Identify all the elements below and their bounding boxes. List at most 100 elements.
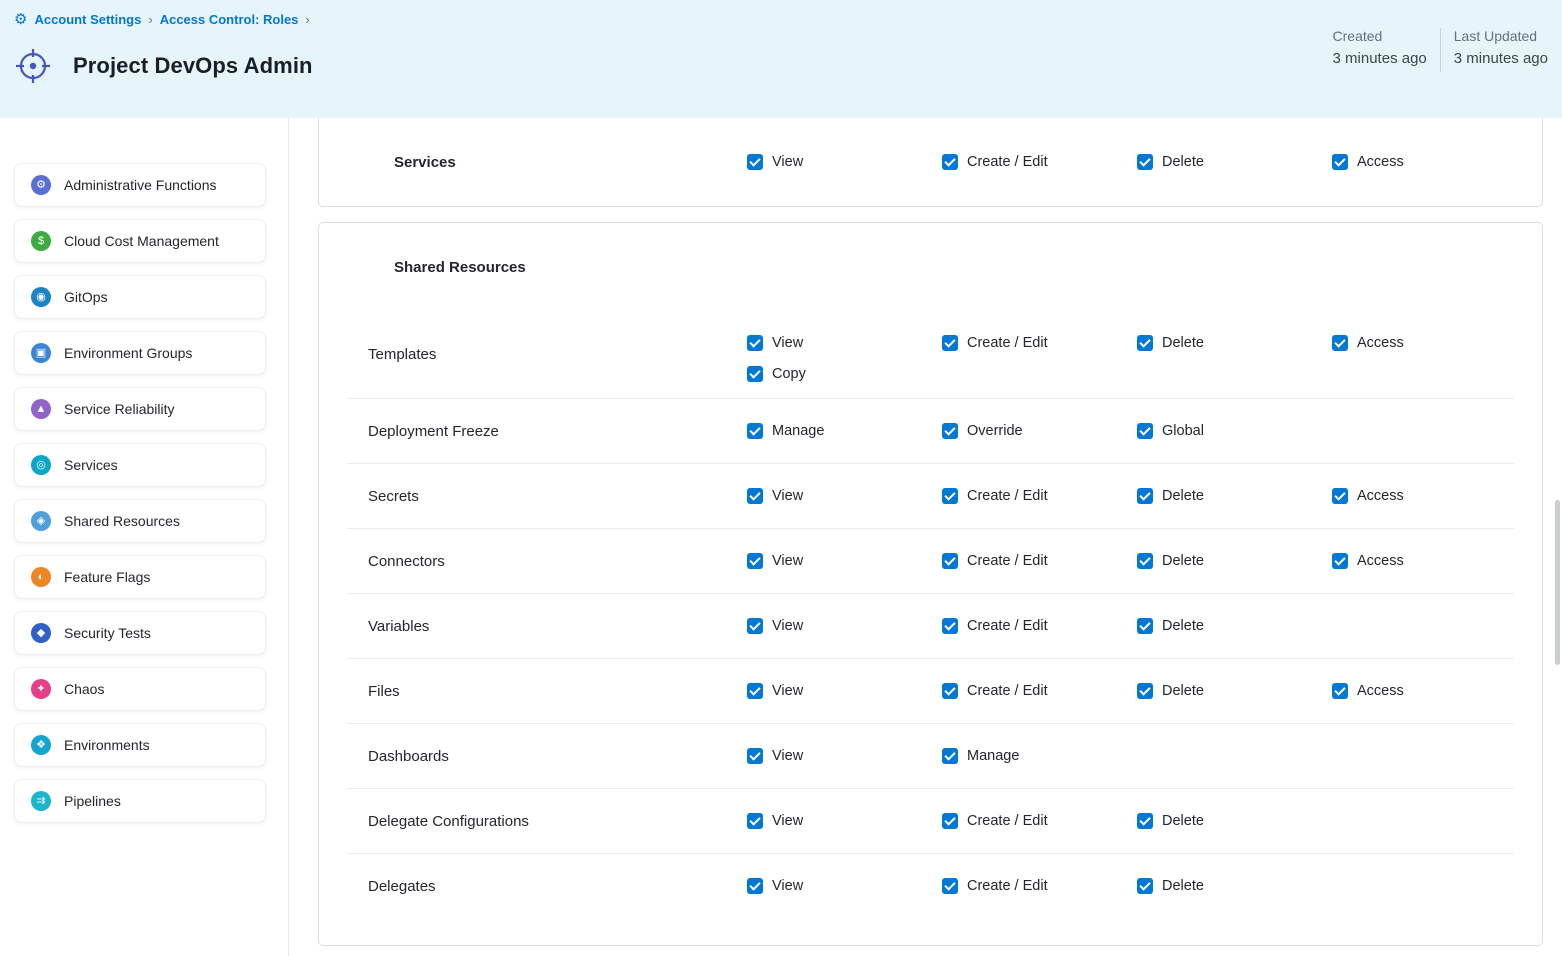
permission-label: Access: [1357, 335, 1404, 351]
shared-resources-icon: ◈: [350, 254, 377, 281]
sidebar-item-feature-flags[interactable]: ◐Feature Flags: [14, 555, 266, 599]
permission-column: Access: [1332, 529, 1514, 585]
pipelines-icon: ⇉: [31, 791, 51, 811]
services-card-title: Services: [394, 154, 456, 171]
checkbox-checked-icon[interactable]: [942, 423, 958, 439]
body: ⚙ Administrative Functions $Cloud Cost Man…: [0, 118, 1562, 956]
checkbox-checked-icon[interactable]: [1137, 878, 1153, 894]
checkbox-checked-icon[interactable]: [747, 335, 763, 351]
page-header: ⚙ Account Settings › Access Control: Rol…: [0, 0, 1562, 118]
checkbox-checked-icon[interactable]: [747, 683, 763, 699]
permission-rows: TemplatesViewCopyCreate / EditDeleteAcce…: [347, 311, 1514, 918]
checkbox-checked-icon[interactable]: [942, 553, 958, 569]
permission-create-edit: Create / Edit: [942, 335, 1137, 351]
permission-label: Delete: [1162, 154, 1204, 170]
permission-label: Create / Edit: [967, 683, 1048, 699]
checkbox-checked-icon[interactable]: [942, 154, 958, 170]
checkbox-checked-icon[interactable]: [1137, 488, 1153, 504]
permission-column: Delete: [1137, 789, 1332, 845]
checkbox-checked-icon[interactable]: [942, 618, 958, 634]
permission-column: Access: [1332, 311, 1514, 367]
sidebar-item-pipelines[interactable]: ⇉Pipelines: [14, 779, 266, 823]
checkbox-checked-icon[interactable]: [1332, 154, 1348, 170]
checkbox-checked-icon[interactable]: [942, 683, 958, 699]
sidebar-item-chaos[interactable]: ✦Chaos: [14, 667, 266, 711]
permission-delete: Delete: [1137, 553, 1332, 569]
sidebar-item-environment-groups[interactable]: ▣Environment Groups: [14, 331, 266, 375]
environments-icon: ❖: [31, 735, 51, 755]
sidebar-item-environments[interactable]: ❖Environments: [14, 723, 266, 767]
sidebar-item-gitops[interactable]: ◉GitOps: [14, 275, 266, 319]
permission-label: Create / Edit: [967, 878, 1048, 894]
main-content: ⚙ Services View Create / Edit Delete Acc…: [289, 118, 1562, 956]
permission-row-files: FilesViewCreate / EditDeleteAccess: [347, 658, 1514, 723]
checkbox-checked-icon[interactable]: [747, 154, 763, 170]
chaos-icon: ✦: [31, 679, 51, 699]
permission-label: View: [772, 748, 803, 764]
services-card: ⚙ Services View Create / Edit Delete Acc…: [318, 118, 1543, 207]
permission-column: Delete: [1137, 464, 1332, 520]
role-meta: Created 3 minutes ago Last Updated 3 min…: [1333, 28, 1548, 72]
permission-access: Access: [1332, 154, 1514, 170]
checkbox-checked-icon[interactable]: [942, 748, 958, 764]
checkbox-checked-icon[interactable]: [1137, 335, 1153, 351]
permission-column: View: [747, 464, 942, 520]
resource-label: Dashboards: [347, 748, 747, 765]
permission-override: Override: [942, 423, 1137, 439]
sidebar-item-service-reliability[interactable]: ▲Service Reliability: [14, 387, 266, 431]
permission-column: Create / Edit: [942, 854, 1137, 910]
sidebar-item-cloud-cost-management[interactable]: $Cloud Cost Management: [14, 219, 266, 263]
checkbox-checked-icon[interactable]: [747, 878, 763, 894]
administrative-functions-icon: ⚙: [31, 175, 51, 195]
permission-view: View: [747, 335, 942, 351]
sidebar-item-administrative-functions[interactable]: ⚙ Administrative Functions: [14, 163, 266, 207]
sidebar-item-services[interactable]: ◎Services: [14, 443, 266, 487]
permission-label: Create / Edit: [967, 154, 1048, 170]
checkbox-checked-icon[interactable]: [1137, 618, 1153, 634]
checkbox-checked-icon[interactable]: [1137, 154, 1153, 170]
permission-delete: Delete: [1137, 154, 1332, 170]
checkbox-checked-icon[interactable]: [942, 488, 958, 504]
checkbox-checked-icon[interactable]: [747, 488, 763, 504]
checkbox-checked-icon[interactable]: [747, 813, 763, 829]
checkbox-checked-icon[interactable]: [1137, 553, 1153, 569]
sidebar-item-security-tests[interactable]: ◆Security Tests: [14, 611, 266, 655]
permission-global: Global: [1137, 423, 1332, 439]
checkbox-checked-icon[interactable]: [747, 618, 763, 634]
permission-access: Access: [1332, 488, 1514, 504]
checkbox-checked-icon[interactable]: [1137, 813, 1153, 829]
resource-label: Delegate Configurations: [347, 813, 747, 830]
feature-flags-icon: ◐: [31, 567, 51, 587]
permission-column: Delete: [1137, 594, 1332, 650]
checkbox-checked-icon[interactable]: [942, 878, 958, 894]
permission-view: View: [747, 553, 942, 569]
last-updated-value: 3 minutes ago: [1454, 50, 1548, 67]
checkbox-checked-icon[interactable]: [1332, 553, 1348, 569]
breadcrumb-access-control-roles[interactable]: Access Control: Roles: [160, 12, 299, 27]
checkbox-checked-icon[interactable]: [747, 366, 763, 382]
vertical-scrollbar[interactable]: [1555, 500, 1560, 665]
permission-column: Access: [1332, 659, 1514, 715]
permission-label: Delete: [1162, 683, 1204, 699]
checkbox-checked-icon[interactable]: [747, 423, 763, 439]
permission-column: Delete: [1137, 854, 1332, 910]
permission-column: Delete: [1137, 659, 1332, 715]
checkbox-checked-icon[interactable]: [747, 748, 763, 764]
sidebar-item-label: Administrative Functions: [64, 177, 217, 193]
checkbox-checked-icon[interactable]: [1332, 683, 1348, 699]
checkbox-checked-icon[interactable]: [747, 553, 763, 569]
checkbox-checked-icon[interactable]: [1332, 335, 1348, 351]
checkbox-checked-icon[interactable]: [1137, 683, 1153, 699]
breadcrumb-account-settings[interactable]: Account Settings: [34, 12, 141, 27]
permission-label: View: [772, 683, 803, 699]
sidebar-item-shared-resources[interactable]: ◈Shared Resources: [14, 499, 266, 543]
created-info: Created 3 minutes ago: [1333, 28, 1427, 72]
breadcrumb: ⚙ Account Settings › Access Control: Rol…: [14, 12, 1548, 27]
last-updated-label: Last Updated: [1454, 28, 1548, 44]
checkbox-checked-icon[interactable]: [1332, 488, 1348, 504]
checkbox-checked-icon[interactable]: [942, 335, 958, 351]
checkbox-checked-icon[interactable]: [942, 813, 958, 829]
permission-view: View: [747, 618, 942, 634]
checkbox-checked-icon[interactable]: [1137, 423, 1153, 439]
last-updated-info: Last Updated 3 minutes ago: [1454, 28, 1548, 72]
